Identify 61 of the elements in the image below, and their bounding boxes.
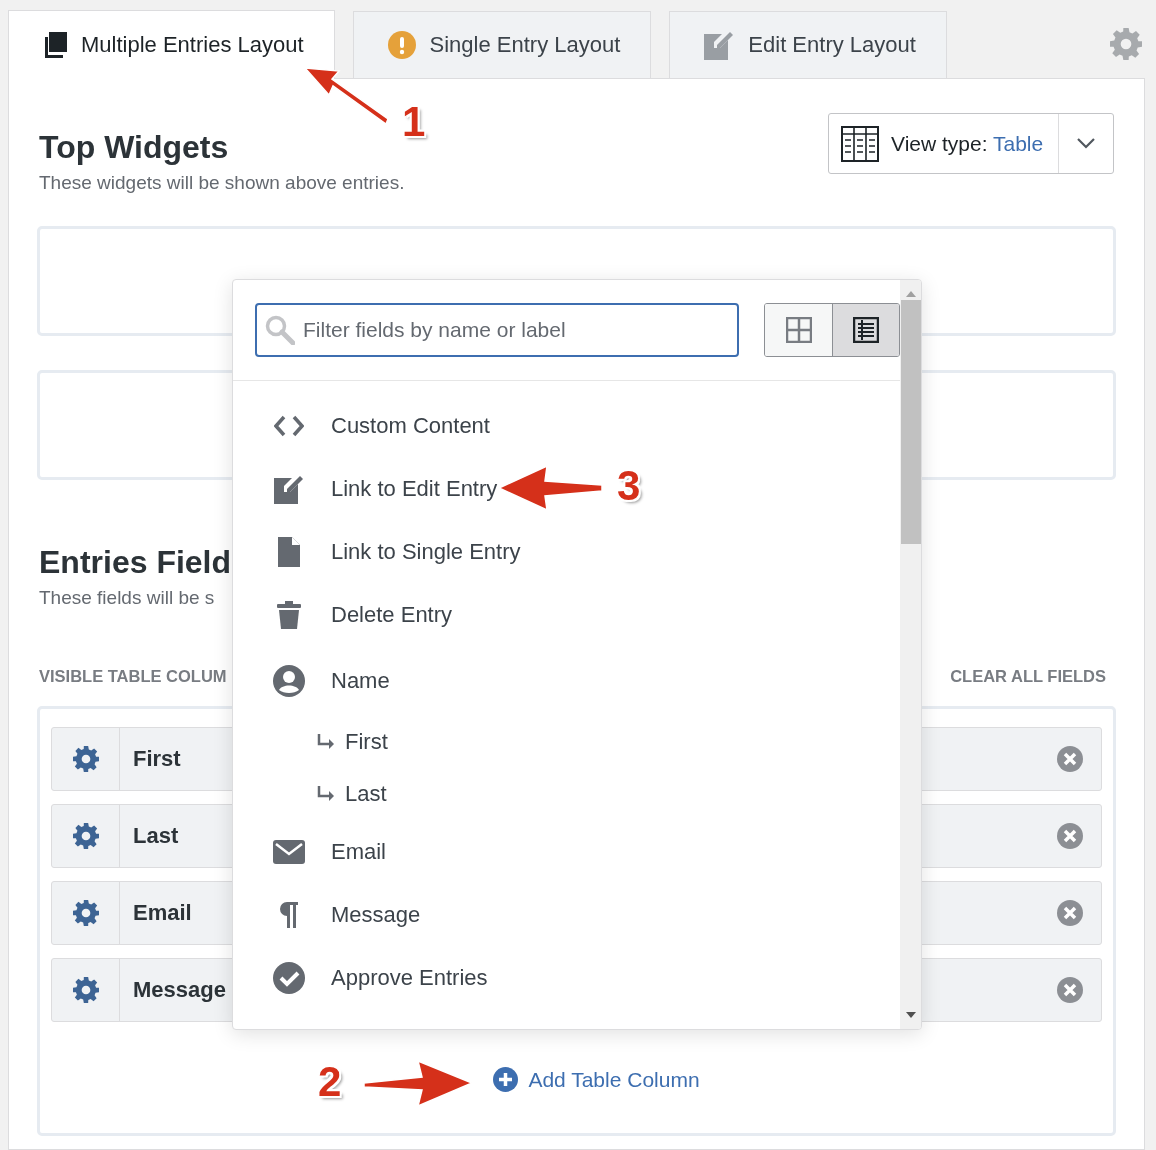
field-option[interactable]: Last (265, 768, 900, 820)
clear-all-link[interactable]: CLEAR ALL FIELDS (950, 667, 1106, 686)
plus-circle-icon (493, 1067, 519, 1092)
annotation-number: 2 (318, 1058, 342, 1106)
remove-icon[interactable] (1057, 977, 1083, 1003)
scroll-down-icon[interactable] (905, 1011, 916, 1019)
layout-tab[interactable]: Single Entry Layout (352, 11, 652, 78)
column-label: Email (133, 900, 192, 926)
user-icon (273, 665, 305, 697)
add-column-link[interactable]: Add Table Column (493, 1067, 700, 1092)
column-label: Message (133, 977, 226, 1003)
envelope-icon (273, 839, 305, 864)
annotation-number: 3 (617, 462, 641, 510)
list-view-button[interactable] (832, 304, 899, 356)
remove-icon[interactable] (1057, 823, 1083, 849)
settings-icon[interactable] (72, 823, 99, 849)
code-icon (274, 414, 304, 437)
trash-icon (277, 600, 301, 629)
chevron-down-icon (1077, 138, 1095, 149)
list-icon (853, 317, 879, 343)
section-title: Top Widgets (39, 129, 229, 166)
settings-icon[interactable] (72, 746, 99, 772)
settings-icon[interactable] (72, 900, 99, 926)
field-option[interactable]: Custom Content (265, 394, 900, 457)
field-option[interactable]: Link to Single Entry (265, 520, 900, 583)
alert-icon (387, 31, 416, 59)
edit-icon (704, 30, 735, 60)
view-type-dropdown[interactable]: View type: Table (828, 113, 1114, 174)
section-subtitle: These fields will be s (39, 587, 215, 609)
scroll-up-icon[interactable] (905, 290, 916, 298)
column-label: First (133, 746, 181, 772)
layout-tab[interactable]: Edit Entry Layout (669, 11, 947, 78)
field-option[interactable]: First (265, 716, 900, 768)
grid-view-button[interactable] (765, 304, 832, 356)
edit-icon (274, 473, 304, 504)
settings-icon[interactable] (72, 977, 99, 1003)
paragraph-icon (280, 901, 298, 928)
field-option[interactable]: Name (265, 646, 900, 716)
grid-icon (785, 317, 812, 343)
section-title: Entries Field (39, 544, 232, 581)
remove-icon[interactable] (1057, 746, 1083, 772)
sub-arrow-icon (317, 786, 335, 802)
table-icon (841, 125, 879, 162)
remove-icon[interactable] (1057, 900, 1083, 926)
section-subtitle: These widgets will be shown above entries. (39, 172, 405, 194)
field-option[interactable]: Delete Entry (265, 583, 900, 646)
columns-label: VISIBLE TABLE COLUM (39, 667, 227, 686)
sub-arrow-icon (317, 734, 335, 750)
check-circle-icon (273, 961, 305, 994)
field-option[interactable]: Message (265, 883, 900, 946)
field-option[interactable]: Email (265, 820, 900, 883)
search-field[interactable]: Filter fields by name or label (255, 303, 739, 357)
view-type-label: View type: Table (891, 131, 1044, 156)
search-icon (265, 315, 295, 345)
column-label: Last (133, 823, 179, 849)
layout-tab[interactable]: Multiple Entries Layout (8, 10, 335, 79)
scrollbar[interactable] (900, 280, 921, 1029)
file-icon (278, 536, 300, 567)
annotation-number: 1 (402, 98, 426, 146)
field-option[interactable]: Approve Entries (265, 946, 900, 1009)
copy-icon (43, 32, 67, 58)
